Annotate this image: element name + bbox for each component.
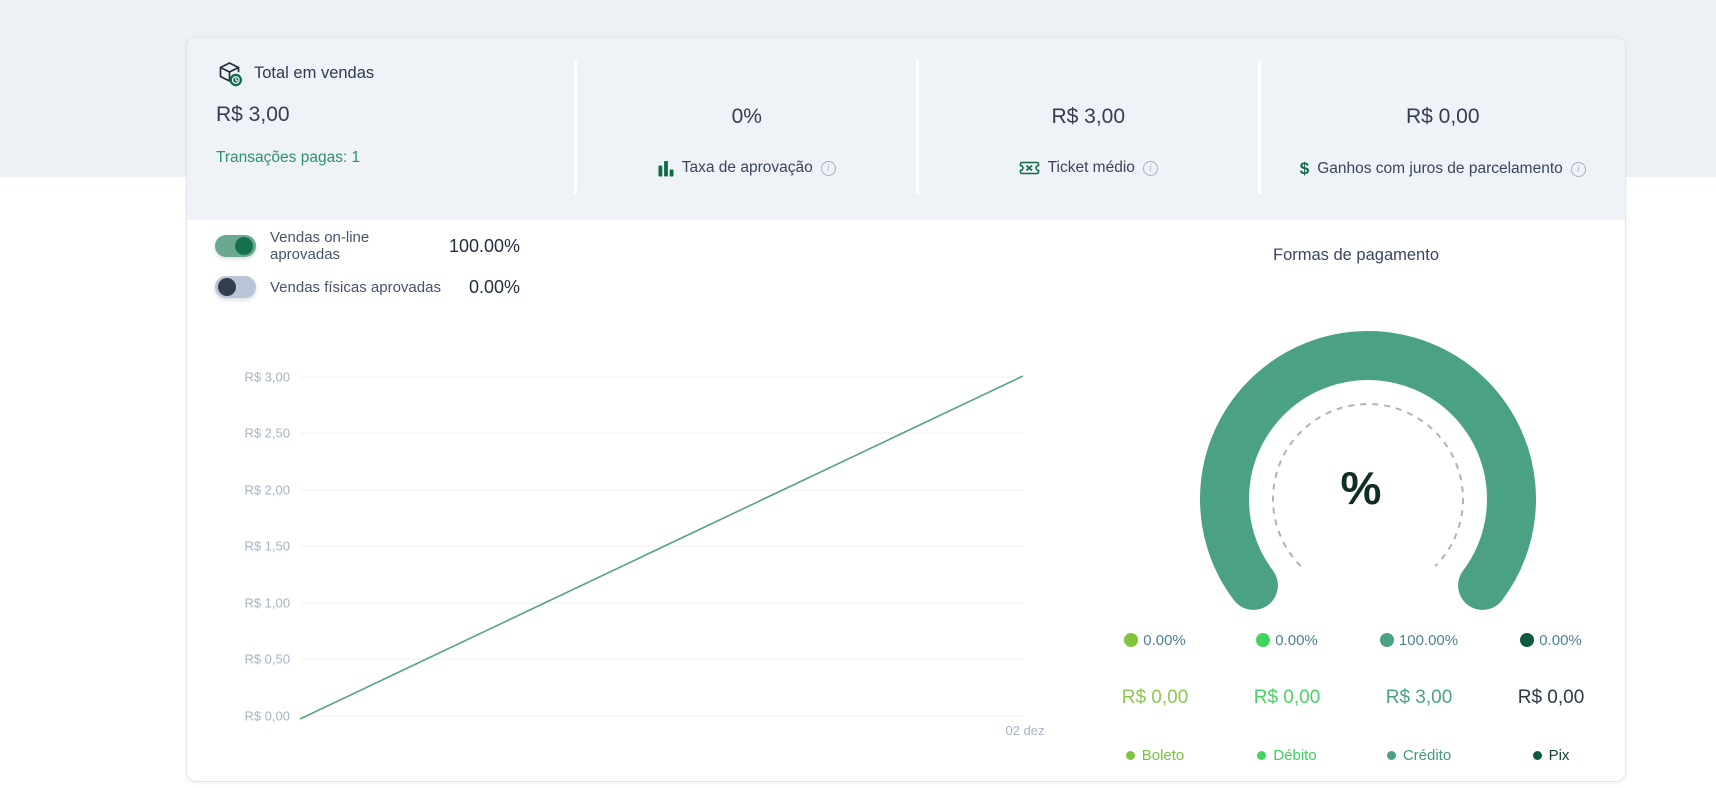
- debito-dot-icon: [1256, 633, 1270, 647]
- pix-label: Pix: [1549, 747, 1570, 764]
- info-icon[interactable]: i: [821, 161, 836, 176]
- stat-ticket-value: R$ 3,00: [1051, 104, 1125, 130]
- legend-item-debito[interactable]: 0.00% R$ 0,00 Débito: [1221, 630, 1353, 764]
- y-tick-label: R$ 0,00: [244, 709, 290, 724]
- toggle-row-physical-sales: Vendas físicas aprovadas 0.00%: [215, 275, 520, 299]
- stat-total-sales: Total em vendas R$ 3,00 Transações pagas…: [187, 38, 574, 220]
- toggle-row-online-sales: Vendas on-line aprovadas 100.00%: [215, 234, 520, 258]
- online-sales-series-line: [300, 376, 1023, 719]
- boleto-label: Boleto: [1142, 747, 1185, 764]
- stat-ticket-label: Ticket médio: [1048, 159, 1135, 177]
- info-icon[interactable]: i: [1143, 161, 1158, 176]
- toggle-online-pct: 100.00%: [442, 236, 520, 257]
- stat-approval-label: Taxa de aprovação: [682, 159, 813, 177]
- boleto-value: R$ 0,00: [1122, 686, 1189, 710]
- boleto-dot-icon: [1126, 751, 1135, 760]
- pix-pct: 0.00%: [1539, 632, 1582, 649]
- debito-label: Débito: [1273, 747, 1316, 764]
- y-tick-label: R$ 2,00: [244, 483, 290, 498]
- stats-band: Total em vendas R$ 3,00 Transações pagas…: [187, 38, 1625, 220]
- credito-pct: 100.00%: [1399, 632, 1458, 649]
- stat-total-value: R$ 3,00: [216, 102, 290, 128]
- ticket-icon: [1019, 160, 1040, 176]
- gauge-percent-symbol: %: [1341, 462, 1382, 514]
- y-tick-label: R$ 1,50: [244, 539, 290, 554]
- toggle-knob: [235, 237, 253, 255]
- sales-line-chart: R$ 3,00 R$ 2,50 R$ 2,00 R$ 1,50 R$ 1,00 …: [210, 335, 1070, 750]
- pix-value: R$ 0,00: [1518, 686, 1585, 710]
- y-tick-label: R$ 3,00: [244, 370, 290, 385]
- payment-legend: 0.00% R$ 0,00 Boleto 0.00% R$ 0,00 Débit…: [1089, 630, 1617, 764]
- stat-approval-rate: 0% Taxa de aprovação i: [577, 38, 916, 220]
- debito-pct: 0.00%: [1275, 632, 1318, 649]
- dollar-icon: $: [1300, 159, 1309, 179]
- toggle-physical-label: Vendas físicas aprovadas: [270, 279, 442, 296]
- stat-approval-value: 0%: [732, 104, 762, 130]
- y-tick-label: R$ 1,00: [244, 596, 290, 611]
- payment-methods-gauge: %: [1188, 322, 1552, 618]
- toggle-online-label: Vendas on-line aprovadas: [270, 229, 442, 263]
- legend-item-credito[interactable]: 100.00% R$ 3,00 Crédito: [1353, 630, 1485, 764]
- stat-average-ticket: R$ 3,00 Ticket médio i: [919, 38, 1258, 220]
- credito-dot-icon: [1387, 751, 1396, 760]
- credito-label: Crédito: [1403, 747, 1451, 764]
- boleto-pct: 0.00%: [1143, 632, 1186, 649]
- stat-installment-label: Ganhos com juros de parcelamento: [1317, 160, 1563, 178]
- y-tick-label: R$ 2,50: [244, 426, 290, 441]
- legend-item-boleto[interactable]: 0.00% R$ 0,00 Boleto: [1089, 630, 1221, 764]
- payment-methods-title: Formas de pagamento: [1156, 246, 1556, 265]
- debito-value: R$ 0,00: [1254, 686, 1321, 710]
- pix-dot-icon: [1533, 751, 1542, 760]
- info-icon[interactable]: i: [1571, 162, 1586, 177]
- boleto-dot-icon: [1124, 633, 1138, 647]
- stat-installment-value: R$ 0,00: [1406, 104, 1480, 130]
- x-tick-label: 02 dez: [1005, 723, 1044, 738]
- legend-item-pix[interactable]: 0.00% R$ 0,00 Pix: [1485, 630, 1617, 764]
- stat-installment-interest: R$ 0,00 $ Ganhos com juros de parcelamen…: [1261, 38, 1625, 220]
- debito-dot-icon: [1257, 751, 1266, 760]
- credito-value: R$ 3,00: [1386, 686, 1453, 710]
- toggle-knob: [218, 278, 236, 296]
- toggle-online-sales[interactable]: [215, 235, 256, 257]
- sales-series-toggles: Vendas on-line aprovadas 100.00% Vendas …: [215, 234, 520, 299]
- pix-dot-icon: [1520, 633, 1534, 647]
- stat-paid-transactions: Transações pagas: 1: [216, 149, 360, 167]
- stat-total-title: Total em vendas: [254, 64, 374, 83]
- bar-chart-icon: [658, 160, 674, 177]
- toggle-physical-pct: 0.00%: [442, 277, 520, 298]
- credito-dot-icon: [1380, 633, 1394, 647]
- y-tick-label: R$ 0,50: [244, 652, 290, 667]
- package-clock-icon: [216, 60, 243, 87]
- toggle-physical-sales[interactable]: [215, 276, 256, 298]
